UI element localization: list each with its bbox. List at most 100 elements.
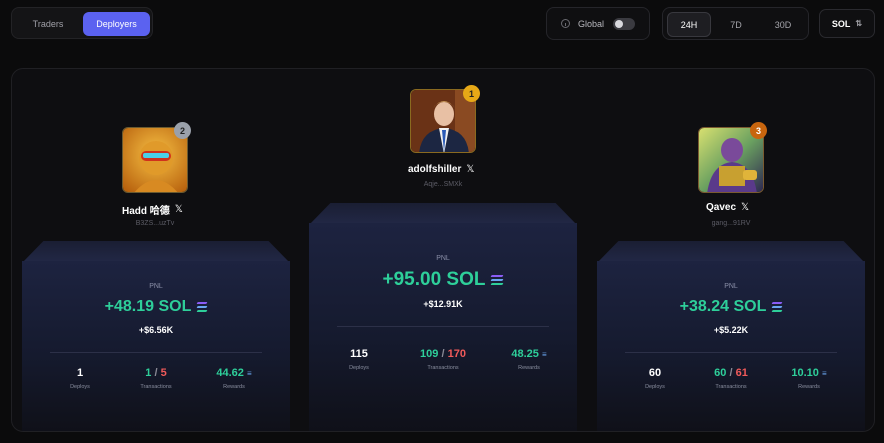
address-second[interactable]: B3ZS...uzTv xyxy=(122,220,188,227)
rewards-label: Rewards xyxy=(798,384,820,390)
pnl-sol-value: +95.00 SOL xyxy=(382,269,486,290)
period-7d-button[interactable]: 7D xyxy=(715,12,757,37)
card-body: PNL +48.19 SOL +$6.56K 1 Deploys 1 / 5 T… xyxy=(22,261,290,431)
currency-label: SOL xyxy=(831,18,851,29)
tx-separator: / xyxy=(729,367,733,379)
currency-sort-button[interactable]: SOL ⇅ xyxy=(819,9,875,38)
rewards-value: 44.62 ≡ xyxy=(198,367,270,379)
pnl-usd: +$12.91K xyxy=(423,299,463,309)
card-body: PNL +38.24 SOL +$5.22K 60 Deploys 60 / 6… xyxy=(597,261,865,431)
stat-transactions: 109 / 170 Transactions xyxy=(405,348,481,371)
tx-separator: / xyxy=(441,348,445,360)
name-third[interactable]: Qavec 𝕏 xyxy=(706,202,749,213)
card-top xyxy=(597,241,865,263)
global-filter: Global xyxy=(546,7,650,40)
transactions-label: Transactions xyxy=(140,384,172,390)
pnl-sol: +48.19 SOL xyxy=(22,298,290,316)
pnl-label: PNL xyxy=(149,283,163,290)
tx-total: 5 xyxy=(160,367,167,379)
rewards-number: 10.10 xyxy=(791,367,819,379)
rewards-value: 10.10 ≡ xyxy=(773,367,845,379)
transactions-label: Transactions xyxy=(715,384,747,390)
rank-badge-first: 1 xyxy=(463,85,480,102)
rewards-label: Rewards xyxy=(223,384,245,390)
solana-icon xyxy=(196,302,208,312)
card-top xyxy=(22,241,290,263)
address-first[interactable]: Aqje...SMXk xyxy=(410,181,476,188)
username-third: Qavec xyxy=(706,202,737,213)
rank-badge-third: 3 xyxy=(750,122,767,139)
deploys-value: 1 xyxy=(76,367,84,379)
tx-success: 1 xyxy=(145,367,152,379)
pnl-sol: +38.24 SOL xyxy=(597,298,865,316)
podium-card-first: PNL +95.00 SOL +$12.91K 115 Deploys 109 … xyxy=(309,203,577,431)
transactions-value: 60 / 61 xyxy=(699,367,763,379)
solana-icon xyxy=(771,302,783,312)
transactions-value: 109 / 170 xyxy=(405,348,481,360)
period-30d-button[interactable]: 30D xyxy=(761,12,805,37)
divider xyxy=(625,352,837,353)
tab-deployers[interactable]: Deployers xyxy=(83,12,150,36)
solana-icon: ≡ xyxy=(821,369,827,378)
divider xyxy=(337,326,549,327)
card-top xyxy=(309,203,577,225)
tx-success: 109 xyxy=(420,348,439,360)
podium-card-third: PNL +38.24 SOL +$5.22K 60 Deploys 60 / 6… xyxy=(597,241,865,431)
pnl-label: PNL xyxy=(436,255,450,262)
pnl-label: PNL xyxy=(724,283,738,290)
pnl-sol-value: +38.24 SOL xyxy=(679,298,767,315)
tx-separator: / xyxy=(154,367,158,379)
toggle-knob xyxy=(615,20,623,28)
stat-transactions: 60 / 61 Transactions xyxy=(699,367,763,390)
stat-deploys: 1 Deploys xyxy=(48,367,112,390)
solana-icon: ≡ xyxy=(246,369,252,378)
username-first: adolfshiller xyxy=(408,164,462,175)
card-body: PNL +95.00 SOL +$12.91K 115 Deploys 109 … xyxy=(309,223,577,431)
stat-deploys: 115 Deploys xyxy=(327,348,391,371)
stat-transactions: 1 / 5 Transactions xyxy=(124,367,188,390)
name-second[interactable]: Hadd 哈德 𝕏 xyxy=(122,202,183,217)
rewards-label: Rewards xyxy=(518,365,540,371)
transactions-value: 1 / 5 xyxy=(124,367,188,379)
x-icon[interactable]: 𝕏 xyxy=(466,164,474,175)
tab-traders[interactable]: Traders xyxy=(16,12,80,36)
pnl-sol: +95.00 SOL xyxy=(309,269,577,291)
leaderboard-podium: 2 Hadd 哈德 𝕏 B3ZS...uzTv PNL +48.19 SOL +… xyxy=(11,68,875,432)
pnl-usd: +$6.56K xyxy=(138,325,174,335)
divider xyxy=(50,352,262,353)
address-third[interactable]: gang...91RV xyxy=(698,220,764,227)
username-second: Hadd 哈德 xyxy=(122,206,170,217)
stat-rewards: 10.10 ≡ Rewards xyxy=(773,367,845,390)
deploys-label: Deploys xyxy=(70,384,90,390)
rewards-number: 48.25 xyxy=(511,348,539,360)
deploys-value: 60 xyxy=(648,367,662,379)
podium-card-second: PNL +48.19 SOL +$6.56K 1 Deploys 1 / 5 T… xyxy=(22,241,290,431)
global-toggle[interactable] xyxy=(613,18,635,30)
period-selector: 24H 7D 30D xyxy=(662,7,809,40)
stat-rewards: 44.62 ≡ Rewards xyxy=(198,367,270,390)
rewards-value: 48.25 ≡ xyxy=(493,348,565,360)
global-label: Global xyxy=(578,18,605,29)
pnl-usd: +$5.22K xyxy=(713,325,749,335)
solana-icon xyxy=(490,275,505,285)
rank-badge-second: 2 xyxy=(174,122,191,139)
period-24h-button[interactable]: 24H xyxy=(667,12,711,37)
name-first[interactable]: adolfshiller 𝕏 xyxy=(408,164,474,175)
view-tabs: Traders Deployers xyxy=(11,7,153,39)
info-icon xyxy=(561,19,570,28)
x-icon[interactable]: 𝕏 xyxy=(741,202,749,213)
stat-rewards: 48.25 ≡ Rewards xyxy=(493,348,565,371)
rewards-number: 44.62 xyxy=(216,367,244,379)
x-icon[interactable]: 𝕏 xyxy=(175,204,183,215)
transactions-label: Transactions xyxy=(427,365,459,371)
deploys-label: Deploys xyxy=(645,384,665,390)
sort-icon: ⇅ xyxy=(855,19,863,28)
solana-icon: ≡ xyxy=(541,350,547,359)
deploys-label: Deploys xyxy=(349,365,369,371)
tx-total: 170 xyxy=(447,348,466,360)
stat-deploys: 60 Deploys xyxy=(623,367,687,390)
tx-total: 61 xyxy=(735,367,748,379)
pnl-sol-value: +48.19 SOL xyxy=(104,298,192,315)
deploys-value: 115 xyxy=(350,348,368,360)
tx-success: 60 xyxy=(714,367,727,379)
